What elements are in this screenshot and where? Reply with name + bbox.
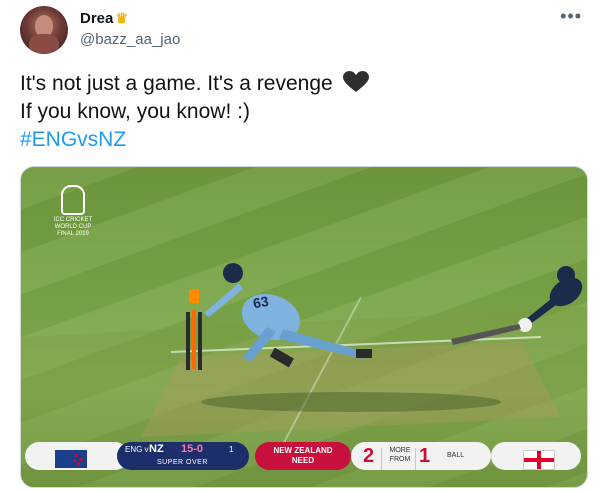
- display-name-text: Drea: [80, 10, 114, 27]
- heart-icon: [342, 71, 369, 92]
- need-line-2: NEED: [291, 456, 315, 465]
- ball-label: BALL: [447, 452, 465, 459]
- england-flag-icon: [523, 450, 555, 470]
- more-from-label: MORE FROM: [389, 447, 411, 463]
- need-panel: NEW ZEALAND NEED: [255, 442, 351, 470]
- more-options-icon[interactable]: •••: [560, 6, 582, 27]
- tweet-line-2: If you know, you know! :): [20, 100, 250, 123]
- need-line-1: NEW ZEALAND: [273, 446, 333, 455]
- target-panel: 2 MORE FROM 1 BALL: [351, 442, 491, 470]
- super-over-label: SUPER OVER: [157, 459, 208, 466]
- tweet-media-image[interactable]: 63 ICC CRICKET WORLD CUP FINAL 2019 ENG …: [20, 166, 588, 488]
- player-number: 63: [252, 293, 270, 311]
- england-flag-panel: [491, 442, 581, 470]
- divider: [415, 448, 416, 470]
- trophy-icon: [61, 185, 85, 215]
- avatar[interactable]: [20, 6, 68, 54]
- avatar-body: [29, 34, 59, 54]
- tweet-text: It's not just a game. It's a revenge If …: [20, 70, 369, 154]
- team-name: NZ: [149, 443, 164, 455]
- runs-needed: 2: [363, 445, 375, 467]
- scoreboard: ENG v NZ 15-0 1 SUPER OVER NEW ZEALAND N…: [21, 439, 587, 473]
- divider: [381, 448, 382, 470]
- logo-line-3: FINAL 2019: [57, 231, 89, 237]
- logo-line-2: WORLD CUP: [54, 224, 92, 230]
- nz-flag-icon: [55, 450, 87, 468]
- logo-line-1: ICC CRICKET: [53, 217, 93, 223]
- balls-remaining: 1: [419, 445, 431, 467]
- hashtag-link[interactable]: #ENGvsNZ: [20, 126, 369, 154]
- display-name[interactable]: Drea ♛: [80, 10, 128, 27]
- crown-emoji-icon: ♛: [115, 10, 128, 26]
- stumps: [186, 289, 202, 370]
- tweet-line-1-text: It's not just a game. It's a revenge: [20, 72, 333, 95]
- balls-count: 1: [229, 445, 234, 454]
- user-handle[interactable]: @bazz_aa_jao: [80, 31, 180, 48]
- team-line: ENG v: [125, 445, 149, 454]
- team-score: 15-0: [181, 443, 204, 455]
- nz-flag-panel: [25, 442, 129, 470]
- team-score-panel: ENG v NZ 15-0 1 SUPER OVER: [117, 442, 249, 470]
- tweet-line-1: It's not just a game. It's a revenge: [20, 70, 369, 98]
- tournament-logo: ICC CRICKET WORLD CUP FINAL 2019: [53, 185, 93, 238]
